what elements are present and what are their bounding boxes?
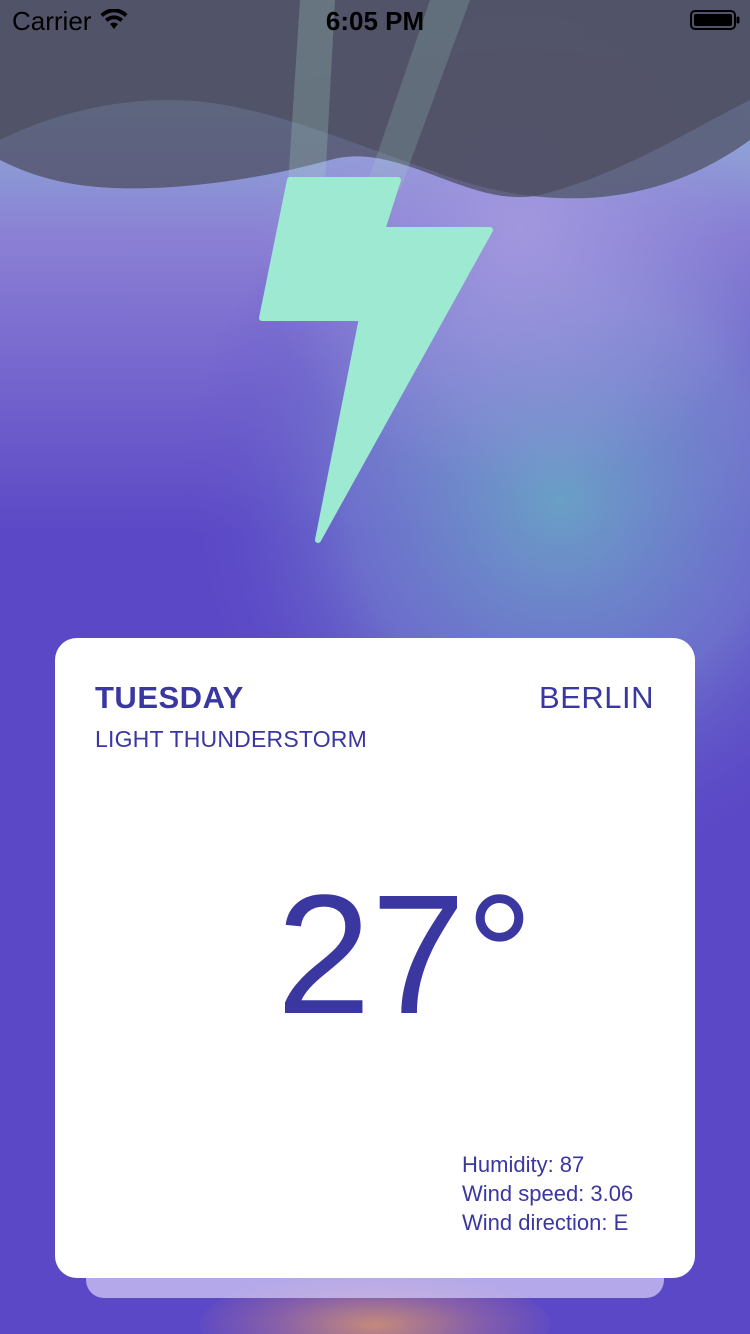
city-label: BERLIN bbox=[539, 680, 654, 715]
weather-card[interactable]: TUESDAY LIGHT THUNDERSTORM BERLIN 27° Hu… bbox=[55, 638, 695, 1278]
day-label: TUESDAY bbox=[95, 680, 244, 715]
battery-icon bbox=[690, 10, 740, 30]
wind-direction-value: Wind direction: E bbox=[462, 1210, 629, 1235]
temperature-value: 27° bbox=[276, 860, 534, 1050]
weather-screen: Carrier 6:05 PM TUESDAY LIGHT THUNDERSTO… bbox=[0, 0, 750, 1334]
wind-speed-value: Wind speed: 3.06 bbox=[462, 1181, 634, 1206]
status-bar: Carrier 6:05 PM bbox=[0, 0, 750, 40]
status-time: 6:05 PM bbox=[325, 6, 425, 36]
humidity-value: Humidity: 87 bbox=[462, 1152, 585, 1177]
condition-label: LIGHT THUNDERSTORM bbox=[95, 726, 367, 752]
weather-details: Humidity: 87 Wind speed: 3.06 Wind direc… bbox=[462, 1150, 633, 1237]
